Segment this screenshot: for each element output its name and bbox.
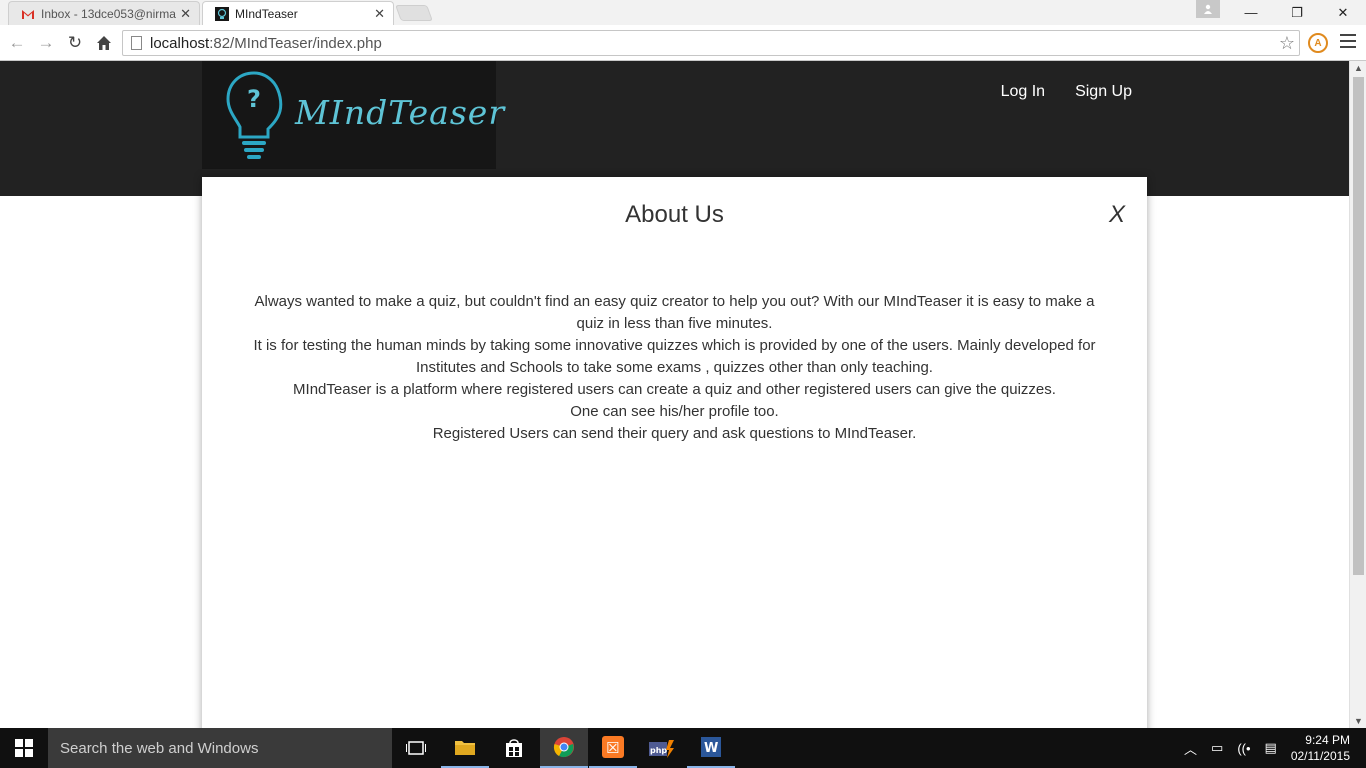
about-paragraph: Always wanted to make a quiz, but couldn… — [254, 293, 1095, 332]
about-paragraph: It is for testing the human minds by tak… — [253, 337, 1096, 376]
about-paragraph: Registered Users can send their query an… — [432, 425, 917, 442]
svg-text:W: W — [704, 741, 718, 756]
home-icon[interactable] — [92, 31, 116, 55]
wifi-icon[interactable]: ((• — [1237, 741, 1250, 756]
address-bar[interactable]: localhost:82/MIndTeaser/index.php ☆ — [122, 30, 1300, 56]
profile-icon[interactable] — [1196, 0, 1220, 18]
store-icon[interactable] — [490, 728, 538, 768]
login-link[interactable]: Log In — [1001, 83, 1045, 101]
reload-icon[interactable]: ↻ — [63, 31, 87, 55]
modal-body: Always wanted to make a quiz, but couldn… — [242, 291, 1107, 445]
menu-icon[interactable] — [1340, 34, 1356, 50]
back-icon[interactable]: ← — [5, 31, 29, 55]
clock-time: 9:24 PM — [1305, 733, 1350, 747]
site-nav: Log In Sign Up — [1001, 83, 1132, 101]
svg-text:?: ? — [247, 85, 261, 113]
restore-icon[interactable]: ❐ — [1274, 0, 1320, 25]
close-window-icon[interactable]: ✕ — [1320, 0, 1366, 25]
browser-toolbar: ← → ↻ localhost:82/MIndTeaser/index.php … — [0, 25, 1366, 61]
extension-icon[interactable]: A — [1308, 33, 1328, 53]
brand-name: MIndTeaser — [295, 93, 506, 132]
scrollbar-thumb[interactable] — [1353, 77, 1364, 575]
modal-close-button[interactable]: X — [1109, 201, 1125, 229]
system-tray: ︿ ▭ ((• ▤ 9:24 PM 02/11/2015 — [1184, 728, 1366, 768]
notifications-icon[interactable]: ▤ — [1265, 740, 1277, 756]
clock-date: 02/11/2015 — [1290, 749, 1350, 763]
about-paragraph: One can see his/her profile too. — [570, 403, 779, 420]
svg-text:☒: ☒ — [606, 739, 619, 757]
signup-link[interactable]: Sign Up — [1075, 83, 1132, 101]
mindteaser-favicon — [215, 6, 229, 21]
windows-taskbar: Search the web and Windows ☒ php W ︿ ▭ (… — [0, 728, 1366, 768]
task-view-icon[interactable] — [392, 728, 440, 768]
page-scrollbar[interactable]: ▲ ▼ — [1349, 61, 1366, 728]
window-controls: — ❐ ✕ — [1228, 0, 1366, 25]
close-icon[interactable]: ✕ — [374, 6, 385, 22]
battery-icon[interactable]: ▭ — [1211, 740, 1223, 756]
tab-gmail[interactable]: Inbox - 13dce053@nirma ✕ — [8, 1, 200, 25]
about-us-modal: About Us X Always wanted to make a quiz,… — [202, 177, 1147, 728]
url-text: localhost:82/MIndTeaser/index.php — [150, 34, 382, 52]
site-logo[interactable]: ? MIndTeaser — [202, 61, 504, 169]
xampp-icon[interactable]: ☒ — [589, 728, 637, 768]
windows-start-icon[interactable] — [0, 728, 48, 768]
taskbar-search-input[interactable]: Search the web and Windows — [48, 728, 392, 768]
lightbulb-head-icon: ? — [226, 71, 283, 159]
minimize-icon[interactable]: — — [1228, 0, 1274, 25]
modal-title: About Us — [625, 201, 724, 228]
new-tab-button[interactable] — [395, 5, 433, 21]
chevron-up-icon[interactable]: ︿ — [1184, 739, 1197, 758]
tab-title: MIndTeaser — [235, 6, 298, 21]
forward-icon[interactable]: → — [34, 31, 58, 55]
close-icon[interactable]: ✕ — [180, 6, 191, 22]
tab-title: Inbox - 13dce053@nirma — [41, 6, 176, 21]
clock[interactable]: 9:24 PM 02/11/2015 — [1291, 732, 1350, 764]
scroll-down-arrow-icon[interactable]: ▼ — [1350, 714, 1366, 728]
scroll-up-arrow-icon[interactable]: ▲ — [1350, 61, 1366, 75]
chrome-icon[interactable] — [540, 728, 588, 768]
file-explorer-icon[interactable] — [441, 728, 489, 768]
site-header: ? MIndTeaser Log In Sign Up — [0, 61, 1349, 196]
phpstorm-icon[interactable]: php — [638, 728, 686, 768]
page-viewport: ? MIndTeaser Log In Sign Up About Us X A… — [0, 61, 1349, 728]
svg-text:php: php — [650, 746, 667, 755]
gmail-icon — [22, 9, 34, 19]
tab-strip: Inbox - 13dce053@nirma ✕ MIndTeaser ✕ — … — [0, 0, 1366, 25]
about-paragraph: MIndTeaser is a platform where registere… — [293, 381, 1056, 398]
word-icon[interactable]: W — [687, 728, 735, 768]
bookmark-star-icon[interactable]: ☆ — [1279, 33, 1295, 54]
tab-mindteaser[interactable]: MIndTeaser ✕ — [202, 1, 394, 25]
page-icon — [131, 36, 142, 50]
